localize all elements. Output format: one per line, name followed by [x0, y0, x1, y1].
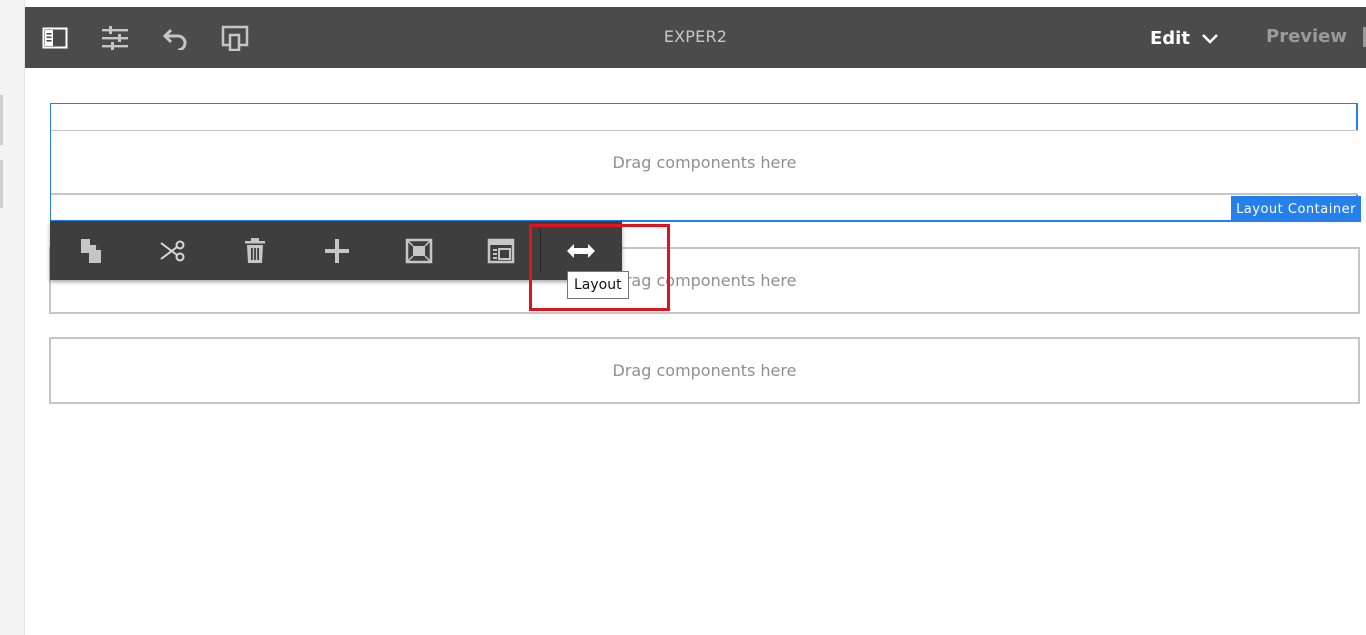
- dropzone[interactable]: Drag components here: [49, 337, 1360, 404]
- parent-icon[interactable]: [460, 221, 542, 280]
- preview-button[interactable]: Preview: [1266, 26, 1347, 47]
- layout-tooltip: Layout: [567, 271, 629, 299]
- rail-marker: [0, 95, 3, 145]
- editor-topbar: EXPER2 Edit Preview: [25, 7, 1366, 68]
- copy-icon[interactable]: [50, 221, 132, 280]
- left-rail: [0, 0, 25, 635]
- edit-label: Edit: [1150, 27, 1190, 49]
- group-icon[interactable]: [378, 221, 460, 280]
- dropzone-placeholder: Drag components here: [612, 361, 797, 380]
- dropzone-placeholder: Drag components here: [612, 152, 797, 172]
- component-toolbar: [50, 221, 622, 280]
- delete-icon[interactable]: [214, 221, 296, 280]
- layout-container-label: Layout Container: [1231, 196, 1361, 222]
- dropzone-placeholder: Drag components here: [612, 271, 797, 290]
- chevron-down-icon: [1202, 28, 1218, 49]
- insert-icon[interactable]: [296, 221, 378, 280]
- edit-mode-button[interactable]: Edit: [1150, 25, 1218, 51]
- cut-icon[interactable]: [132, 221, 214, 280]
- dropzone[interactable]: Drag components here: [51, 130, 1358, 195]
- rail-marker: [0, 160, 3, 208]
